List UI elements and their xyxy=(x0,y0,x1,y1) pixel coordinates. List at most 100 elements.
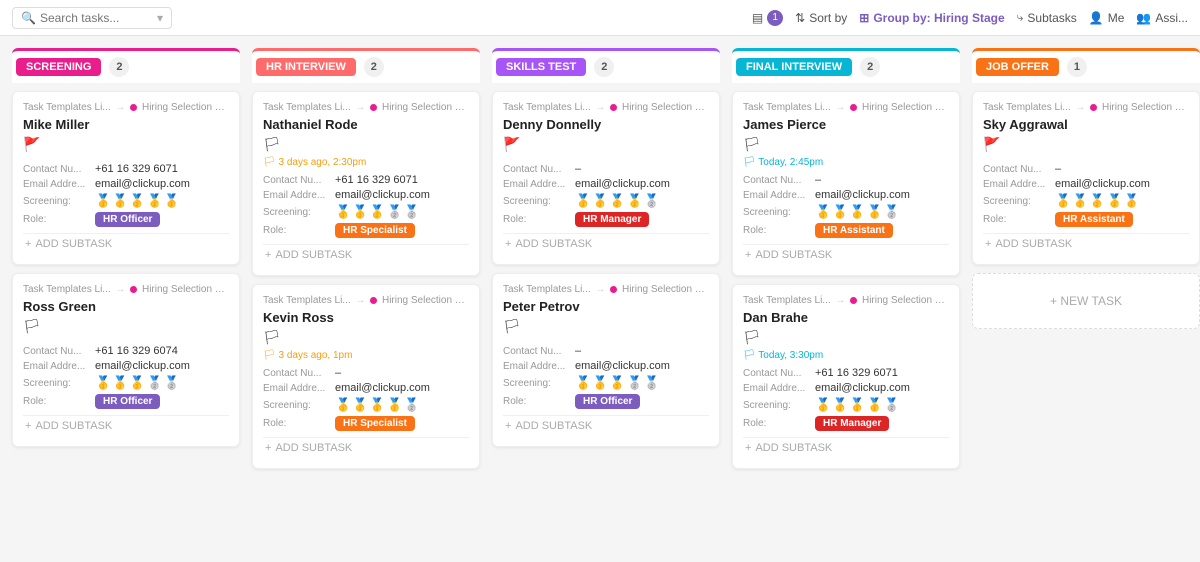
assi-action[interactable]: 👥 Assi... xyxy=(1136,11,1188,25)
medal: 🥈 xyxy=(644,193,660,209)
card-mike-miller[interactable]: Task Templates Li... → Hiring Selection … xyxy=(12,91,240,265)
search-input[interactable] xyxy=(40,11,153,25)
card-flag: 🏳 xyxy=(743,136,949,153)
card-email-field: Email Addre... email@clickup.com xyxy=(263,189,469,201)
card-sky-aggrawal[interactable]: Task Templates Li... → Hiring Selection … xyxy=(972,91,1200,265)
screening-label: Screening: xyxy=(503,196,575,207)
screening-label: Screening: xyxy=(743,400,815,411)
count-badge-final-interview: 2 xyxy=(860,57,880,77)
add-subtask-btn[interactable]: + ADD SUBTASK xyxy=(263,437,469,458)
sort-action[interactable]: ⇅ Sort by xyxy=(795,11,847,25)
column-header-screening: SCREENING 2 xyxy=(12,48,240,83)
time-icon: 🏳 xyxy=(743,157,756,168)
plus-icon: + xyxy=(505,238,511,250)
medal: 🥇 xyxy=(1089,193,1105,209)
medal: 🥇 xyxy=(867,397,883,413)
medal: 🥇 xyxy=(1107,193,1123,209)
card-meta: Task Templates Li... → Hiring Selection … xyxy=(503,284,709,295)
card-dan-brahe[interactable]: Task Templates Li... → Hiring Selection … xyxy=(732,284,960,469)
plus-icon: + xyxy=(25,420,31,432)
stage-badge-hr-interview: HR INTERVIEW xyxy=(256,58,356,76)
contact-label: Contact Nu... xyxy=(503,346,575,357)
count-badge-screening: 2 xyxy=(109,57,129,77)
card-james-pierce[interactable]: Task Templates Li... → Hiring Selection … xyxy=(732,91,960,276)
role-badge: HR Specialist xyxy=(335,223,415,238)
email-label: Email Addre... xyxy=(743,383,815,394)
card-title: Denny Donnelly xyxy=(503,117,709,132)
search-box[interactable]: 🔍 ▾ xyxy=(12,7,172,29)
contact-label: Contact Nu... xyxy=(263,175,335,186)
medal: 🥇 xyxy=(832,397,848,413)
sort-icon: ⇅ xyxy=(795,11,805,25)
card-contact-field: Contact Nu... +61 16 329 6071 xyxy=(743,367,949,379)
group-by-action[interactable]: ⊞ Group by: Hiring Stage xyxy=(859,11,1004,25)
add-subtask-btn[interactable]: + ADD SUBTASK xyxy=(23,233,229,254)
email-label: Email Addre... xyxy=(23,361,95,372)
screening-label: Screening: xyxy=(23,378,95,389)
medal: 🥇 xyxy=(387,397,403,413)
add-subtask-btn[interactable]: + ADD SUBTASK xyxy=(503,415,709,436)
group-by-icon: ⊞ xyxy=(859,11,869,25)
card-nathaniel-rode[interactable]: Task Templates Li... → Hiring Selection … xyxy=(252,91,480,276)
new-task-button[interactable]: + NEW TASK xyxy=(972,273,1200,329)
card-flag: 🏳 xyxy=(23,318,229,335)
stage-badge-job-offer: JOB OFFER xyxy=(976,58,1059,76)
role-label: Role: xyxy=(23,396,95,407)
plus-icon: + xyxy=(745,249,751,261)
card-ross-green[interactable]: Task Templates Li... → Hiring Selection … xyxy=(12,273,240,447)
add-subtask-label: ADD SUBTASK xyxy=(35,420,112,432)
medal: 🥇 xyxy=(1055,193,1071,209)
card-contact-field: Contact Nu... – xyxy=(503,345,709,357)
column-screening: SCREENING 2 Task Templates Li... → Hirin… xyxy=(12,48,240,447)
column-header-skills-test: SKILLS TEST 2 xyxy=(492,48,720,83)
add-subtask-btn[interactable]: + ADD SUBTASK xyxy=(743,437,949,458)
card-flag: 🚩 xyxy=(983,136,1189,153)
cards-hr-interview: Task Templates Li... → Hiring Selection … xyxy=(252,91,480,469)
add-subtask-label: ADD SUBTASK xyxy=(515,238,592,250)
add-subtask-btn[interactable]: + ADD SUBTASK xyxy=(743,244,949,265)
email-value: email@clickup.com xyxy=(335,382,430,394)
email-label: Email Addre... xyxy=(983,179,1055,190)
medal: 🥈 xyxy=(404,204,420,220)
card-flag: 🏳 xyxy=(503,318,709,335)
add-subtask-btn[interactable]: + ADD SUBTASK xyxy=(23,415,229,436)
card-kevin-ross[interactable]: Task Templates Li... → Hiring Selection … xyxy=(252,284,480,469)
card-email-field: Email Addre... email@clickup.com xyxy=(23,178,229,190)
card-title: Peter Petrov xyxy=(503,299,709,314)
add-subtask-btn[interactable]: + ADD SUBTASK xyxy=(983,233,1189,254)
role-badge: HR Assistant xyxy=(815,223,893,238)
card-meta: Task Templates Li... → Hiring Selection … xyxy=(263,295,469,306)
column-skills-test: SKILLS TEST 2 Task Templates Li... → Hir… xyxy=(492,48,720,447)
role-label: Role: xyxy=(263,225,335,236)
cards-final-interview: Task Templates Li... → Hiring Selection … xyxy=(732,91,960,469)
role-badge: HR Officer xyxy=(95,394,160,409)
medal: 🥇 xyxy=(335,204,351,220)
card-title: Kevin Ross xyxy=(263,310,469,325)
me-action[interactable]: 👤 Me xyxy=(1089,11,1125,25)
medals-container: 🥇🥇🥇🥇🥈 xyxy=(815,204,900,220)
top-bar-actions: ▤ 1 ⇅ Sort by ⊞ Group by: Hiring Stage ⤷… xyxy=(752,10,1188,26)
medal: 🥇 xyxy=(112,375,128,391)
medal: 🥈 xyxy=(627,375,643,391)
medals-container: 🥇🥇🥇🥇🥇 xyxy=(95,193,180,209)
add-subtask-btn[interactable]: + ADD SUBTASK xyxy=(503,233,709,254)
medal: 🥈 xyxy=(147,375,163,391)
card-screening-field: Screening: 🥇🥇🥇🥇🥈 xyxy=(743,397,949,413)
contact-value: – xyxy=(335,367,341,379)
medal: 🥇 xyxy=(609,375,625,391)
group-by-label: Group by: Hiring Stage xyxy=(873,11,1004,25)
card-denny-donnelly[interactable]: Task Templates Li... → Hiring Selection … xyxy=(492,91,720,265)
card-role-field: Role: HR Specialist xyxy=(263,223,469,238)
filter-action[interactable]: ▤ 1 xyxy=(752,10,783,26)
card-peter-petrov[interactable]: Task Templates Li... → Hiring Selection … xyxy=(492,273,720,447)
card-contact-field: Contact Nu... +61 16 329 6074 xyxy=(23,345,229,357)
subtasks-action[interactable]: ⤷ Subtasks xyxy=(1017,10,1077,25)
role-badge: HR Manager xyxy=(575,212,649,227)
card-contact-field: Contact Nu... – xyxy=(263,367,469,379)
medal: 🥇 xyxy=(95,193,111,209)
medal: 🥈 xyxy=(164,375,180,391)
screening-label: Screening: xyxy=(263,207,335,218)
plus-icon: + xyxy=(745,442,751,454)
add-subtask-btn[interactable]: + ADD SUBTASK xyxy=(263,244,469,265)
count-badge-hr-interview: 2 xyxy=(364,57,384,77)
